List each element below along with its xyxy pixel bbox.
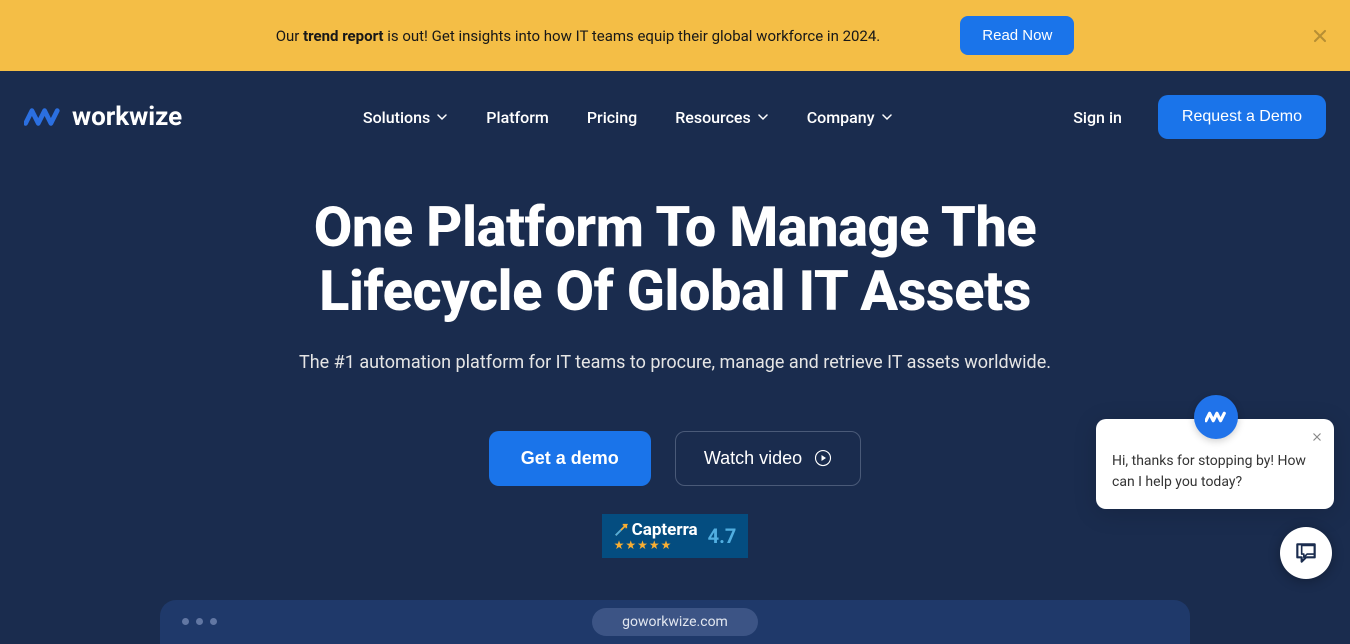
hero-buttons: Get a demo Watch video <box>100 431 1250 486</box>
workwize-logo-icon <box>24 103 62 131</box>
nav-resources[interactable]: Resources <box>675 108 769 127</box>
chevron-down-icon <box>436 111 448 123</box>
play-icon <box>814 449 832 467</box>
browser-mockup: goworkwize.com <box>160 600 1190 644</box>
chevron-down-icon <box>757 111 769 123</box>
capterra-stars: ★★★★★ <box>614 538 673 552</box>
chat-close-button[interactable] <box>1310 429 1324 448</box>
dot-icon <box>210 618 217 625</box>
hero-title: One Platform To Manage The Lifecycle Of … <box>100 195 1250 324</box>
signin-link[interactable]: Sign in <box>1073 108 1122 127</box>
banner-text: Our trend report is out! Get insights in… <box>276 27 881 45</box>
announcement-banner: Our trend report is out! Get insights in… <box>0 0 1350 71</box>
banner-close-button[interactable] <box>1310 26 1330 46</box>
hero-subtitle: The #1 automation platform for IT teams … <box>100 352 1250 373</box>
capterra-badge-wrap: Capterra ★★★★★ 4.7 <box>100 514 1250 558</box>
close-icon <box>1310 430 1324 444</box>
main-nav: Solutions Platform Pricing Resources Com… <box>363 108 893 127</box>
chat-message: Hi, thanks for stopping by! How can I he… <box>1112 451 1318 493</box>
nav-company[interactable]: Company <box>807 108 893 127</box>
chevron-down-icon <box>881 111 893 123</box>
dot-icon <box>196 618 203 625</box>
get-demo-button[interactable]: Get a demo <box>489 431 651 486</box>
capterra-arrow-icon <box>614 523 628 537</box>
chat-popup: Hi, thanks for stopping by! How can I he… <box>1096 419 1334 509</box>
capterra-badge[interactable]: Capterra ★★★★★ 4.7 <box>602 514 749 558</box>
capterra-rating: 4.7 <box>708 524 737 548</box>
request-demo-button[interactable]: Request a Demo <box>1158 95 1326 139</box>
read-now-button[interactable]: Read Now <box>960 16 1074 55</box>
window-dots <box>182 618 217 625</box>
chat-icon <box>1293 540 1319 566</box>
capterra-name: Capterra <box>632 520 698 540</box>
dot-icon <box>182 618 189 625</box>
chat-launcher-button[interactable] <box>1280 527 1332 579</box>
nav-solutions[interactable]: Solutions <box>363 108 448 127</box>
logo-text: workwize <box>72 102 182 132</box>
chat-avatar <box>1194 395 1238 439</box>
logo[interactable]: workwize <box>24 102 182 132</box>
header-right: Sign in Request a Demo <box>1073 95 1326 139</box>
workwize-logo-icon <box>1205 409 1227 425</box>
close-icon <box>1310 26 1330 46</box>
url-bar: goworkwize.com <box>592 608 758 636</box>
nav-platform[interactable]: Platform <box>486 108 549 127</box>
watch-video-button[interactable]: Watch video <box>675 431 861 486</box>
nav-pricing[interactable]: Pricing <box>587 108 637 127</box>
site-header: workwize Solutions Platform Pricing Reso… <box>0 71 1350 163</box>
